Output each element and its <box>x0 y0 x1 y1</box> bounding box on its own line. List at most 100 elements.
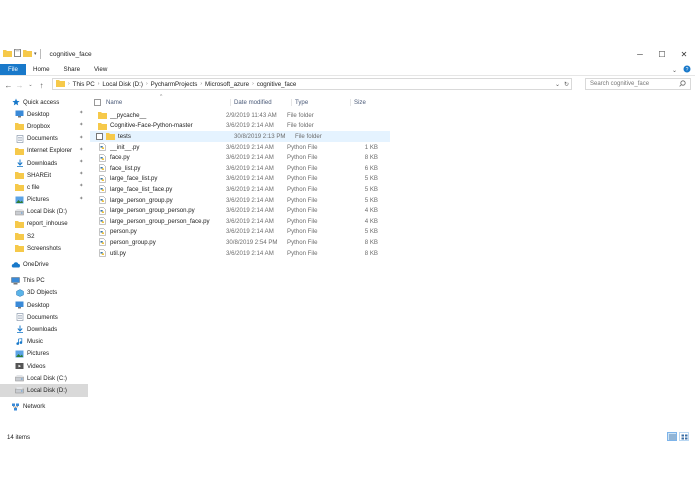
tab-share[interactable]: Share <box>57 64 88 75</box>
select-all-checkbox[interactable] <box>94 99 101 106</box>
table-row[interactable]: __pycache__ 2/9/2019 11:43 AM File folder <box>90 110 390 121</box>
chevron-down-icon[interactable]: ⌄ <box>672 67 677 74</box>
customize-toolbar-icon[interactable]: ▾ <box>34 51 37 57</box>
file-type: Python File <box>287 207 318 215</box>
table-row[interactable]: large_person_group_person_face.py 3/6/201… <box>90 216 390 227</box>
file-name: tests <box>118 132 131 140</box>
breadcrumb-pycharmprojects[interactable]: PycharmProjects <box>151 81 198 88</box>
minimize-button[interactable]: ─ <box>629 44 651 64</box>
nav-item-pictures[interactable]: Pictures <box>0 348 88 360</box>
nav-item-label: Desktop <box>27 110 50 118</box>
search-input[interactable]: Search cognitive_face <box>585 78 691 90</box>
nav-item-music[interactable]: Music <box>0 336 88 348</box>
file-size: 1 KB <box>364 143 378 151</box>
details-view-button[interactable] <box>667 432 677 441</box>
table-row[interactable]: face_list.py 3/6/2019 2:14 AM Python File 6… <box>90 163 390 174</box>
help-icon[interactable]: ? <box>683 65 691 75</box>
new-folder-icon[interactable] <box>23 49 32 59</box>
downloads-icon <box>15 325 24 334</box>
nav-item-3d-objects[interactable]: 3D Objects <box>0 287 88 299</box>
table-row[interactable]: __init__.py 3/6/2019 2:14 AM Python File 1 … <box>90 142 390 153</box>
tab-file[interactable]: File <box>0 64 26 75</box>
close-button[interactable]: ✕ <box>673 44 695 64</box>
back-button[interactable]: ← <box>3 79 14 91</box>
address-bar[interactable]: › This PC › Local Disk (D:) › PycharmPro… <box>52 78 572 90</box>
column-header-date[interactable]: Date modified <box>230 99 291 106</box>
nav-item-internet-explorer[interactable]: Internet Explorer ✦ <box>0 145 88 157</box>
column-header-name[interactable]: Name <box>106 99 230 106</box>
folder-icon <box>56 79 65 89</box>
python-file-icon <box>98 164 107 173</box>
nav-item-s2[interactable]: S2 <box>0 230 88 242</box>
nav-item-documents[interactable]: Documents ✦ <box>0 133 88 145</box>
file-rows: __pycache__ 2/9/2019 11:43 AM File folder C… <box>90 110 390 258</box>
nav-item-local-disk-d[interactable]: Local Disk (D:) <box>0 384 88 397</box>
save-icon[interactable] <box>14 49 21 59</box>
downloads-icon <box>15 159 24 167</box>
desktop-icon <box>15 301 24 309</box>
drive-icon <box>15 208 24 216</box>
pictures-icon <box>15 196 24 204</box>
breadcrumb-microsoft-azure[interactable]: Microsoft_azure <box>205 81 249 88</box>
large-icons-view-button[interactable] <box>679 432 689 441</box>
row-checkbox[interactable] <box>96 132 103 140</box>
nav-item-label: Desktop <box>27 301 50 309</box>
table-row[interactable]: face.py 3/6/2019 2:14 AM Python File 8 KB <box>90 152 390 163</box>
breadcrumb-this-pc[interactable]: This PC <box>73 81 95 88</box>
search-icon <box>679 80 686 89</box>
column-header-size[interactable]: Size <box>350 99 388 106</box>
nav-item-documents[interactable]: Documents <box>0 311 88 323</box>
table-row[interactable]: large_person_group.py 3/6/2019 2:14 AM Pyt… <box>90 195 390 206</box>
maximize-button[interactable]: ☐ <box>651 44 673 64</box>
tab-home[interactable]: Home <box>26 64 57 75</box>
nav-item-desktop[interactable]: Desktop ✦ <box>0 108 88 120</box>
nav-item-label: Quick access <box>23 98 60 106</box>
nav-item-quick-access[interactable]: Quick access <box>0 96 88 108</box>
nav-item-local-disk-d[interactable]: Local Disk (D:) <box>0 206 88 218</box>
table-row[interactable]: Cognitive-Face-Python-master 3/6/2019 2:1… <box>90 121 390 132</box>
python-file-icon <box>98 196 107 204</box>
nav-item-network[interactable]: Network <box>0 401 88 413</box>
vertical-scrollbar[interactable] <box>689 96 695 431</box>
folder-icon <box>15 183 24 192</box>
breadcrumb-cognitive-face[interactable]: cognitive_face <box>257 81 297 88</box>
nav-item-pictures[interactable]: Pictures ✦ <box>0 194 88 206</box>
nav-item-this-pc[interactable]: This PC <box>0 275 88 287</box>
table-row[interactable]: tests 30/8/2019 2:13 PM File folder <box>90 131 390 142</box>
nav-item-onedrive[interactable]: OneDrive <box>0 258 88 270</box>
table-row[interactable]: large_person_group_person.py 3/6/2019 2:1… <box>90 205 390 216</box>
nav-item-shareit[interactable]: SHAREit ✦ <box>0 169 88 181</box>
chevron-down-icon[interactable]: ⌄ <box>555 81 560 88</box>
nav-item-c-file[interactable]: c file ✦ <box>0 181 88 193</box>
tab-view[interactable]: View <box>87 64 114 75</box>
file-type: File folder <box>287 111 314 119</box>
nav-item-label: Network <box>23 403 46 411</box>
forward-button[interactable]: → <box>14 79 25 91</box>
table-row[interactable]: person_group.py 30/8/2019 2:54 PM Python F… <box>90 237 390 248</box>
nav-item-screenshots[interactable]: Screenshots <box>0 242 88 254</box>
nav-item-downloads[interactable]: Downloads ✦ <box>0 157 88 169</box>
nav-item-report-inhouse[interactable]: report_inhouse <box>0 218 88 230</box>
recent-locations-button[interactable]: ⌄ <box>25 79 36 91</box>
up-button[interactable]: ↑ <box>36 79 47 91</box>
file-name: face.py <box>110 154 130 162</box>
nav-item-label: Local Disk (D:) <box>27 386 67 394</box>
column-header-type[interactable]: Type <box>291 99 350 106</box>
nav-item-desktop[interactable]: Desktop <box>0 299 88 311</box>
refresh-icon[interactable]: ↻ <box>564 81 569 88</box>
view-buttons <box>667 432 689 441</box>
nav-item-label: Pictures <box>27 196 50 204</box>
table-row[interactable]: util.py 3/6/2019 2:14 AM Python File 8 KB <box>90 248 390 259</box>
documents-icon <box>15 313 24 322</box>
python-file-icon <box>98 206 107 215</box>
nav-item-downloads[interactable]: Downloads <box>0 323 88 335</box>
table-row[interactable]: person.py 3/6/2019 2:14 AM Python File 5 KB <box>90 227 390 238</box>
svg-text:?: ? <box>686 67 689 73</box>
breadcrumb-local-disk[interactable]: Local Disk (D:) <box>102 81 143 88</box>
pin-icon: ✦ <box>79 110 84 117</box>
nav-item-videos[interactable]: Videos <box>0 360 88 372</box>
nav-item-dropbox[interactable]: Dropbox ✦ <box>0 120 88 132</box>
nav-item-local-disk-c[interactable]: Local Disk (C:) <box>0 372 88 384</box>
table-row[interactable]: large_face_list.py 3/6/2019 2:14 AM Python… <box>90 174 390 185</box>
table-row[interactable]: large_face_list_face.py 3/6/2019 2:14 AM P… <box>90 184 390 195</box>
